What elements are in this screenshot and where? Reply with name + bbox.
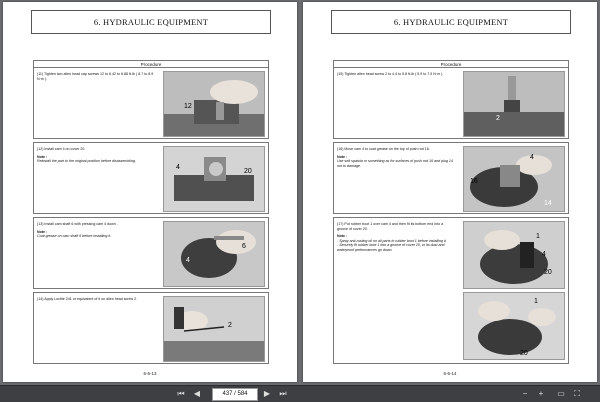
last-page-button[interactable]: ⏭ <box>278 389 288 399</box>
page-header: 6. HYDRAULIC EQUIPMENT <box>331 10 571 34</box>
first-page-button[interactable]: ⏮ <box>176 389 186 399</box>
callout-4: 4 <box>542 251 546 258</box>
note-text: Coat grease on cam shaft 6 before instal… <box>37 234 112 239</box>
previous-page-button[interactable]: ◀ <box>192 389 202 399</box>
callout-2: 2 <box>228 322 232 329</box>
step-11: (11) Tighten two allen head cap screws 1… <box>33 67 269 139</box>
step-17: (17) Put rubber boot 1 over cam 4 and th… <box>333 217 569 364</box>
callout-1: 1 <box>534 298 538 305</box>
step-14: (14) Apply Loctite 241 or equivalent of … <box>33 292 269 364</box>
callout-20: 20 <box>520 350 528 357</box>
callout-6: 6 <box>242 243 246 250</box>
step-16: (16) Move cam 4 to coat grease on the to… <box>333 142 569 214</box>
step-15: (15) Tighten allen head screw 2 to 4.4 t… <box>333 67 569 139</box>
step-text: (16) Move cam 4 to coat grease on the to… <box>337 147 430 151</box>
callout-4: 4 <box>530 154 534 161</box>
fit-page-icon[interactable]: ▭ <box>556 389 566 399</box>
zoom-out-icon[interactable]: − <box>520 389 530 399</box>
page-number: 6-6-13 <box>143 371 157 376</box>
step-text: (14) Apply Loctite 241 or equivalent of … <box>37 297 138 301</box>
callout-12: 12 <box>184 103 192 110</box>
page-number: 6-6-14 <box>443 371 457 376</box>
zoom-in-icon[interactable]: + <box>536 389 546 399</box>
photo-step-16: 4 16 14 <box>463 146 565 212</box>
callout-4: 4 <box>176 164 180 171</box>
page-right: 6. HYDRAULIC EQUIPMENT Procedure (15) Ti… <box>303 2 597 382</box>
next-page-button[interactable]: ▶ <box>262 389 272 399</box>
callout-20: 20 <box>244 168 252 175</box>
photo-step-17a: 1 4 20 <box>463 221 565 289</box>
page-header: 6. HYDRAULIC EQUIPMENT <box>31 10 271 34</box>
photo-step-15: 2 <box>463 71 565 137</box>
callout-2: 2 <box>496 115 500 122</box>
photo-step-11: 12 <box>163 71 265 137</box>
callout-14: 14 <box>544 200 552 207</box>
page-number-field[interactable]: 437 / 584 <box>212 388 258 401</box>
step-text: (15) Tighten allen head screw 2 to 4.4 t… <box>337 72 444 76</box>
photo-step-17b: 1 20 <box>463 292 565 360</box>
page-left: 6. HYDRAULIC EQUIPMENT Procedure (11) Ti… <box>3 2 297 382</box>
photo-step-13: 64 <box>163 221 265 287</box>
viewer-toolbar: ⏮ ◀ 437 / 584 ▶ ⏭ − + ▭ ⛶ <box>0 385 600 402</box>
photo-step-14: 2 <box>163 296 265 362</box>
callout-16: 16 <box>470 178 478 185</box>
callout-1: 1 <box>536 233 540 240</box>
step-text: (17) Put rubber boot 1 over cam 4 and th… <box>337 222 444 231</box>
note-text: Use soft spatula or something as for sur… <box>337 159 453 168</box>
note-text: Reinstall the part to the original posit… <box>37 159 136 164</box>
step-13: (13) Install cam shaft 6 with pressing c… <box>33 217 269 289</box>
callout-20: 20 <box>544 269 552 276</box>
step-text: (13) Install cam shaft 6 with pressing c… <box>37 222 118 226</box>
callout-4: 4 <box>186 257 190 264</box>
photo-step-12: 4 20 <box>163 146 265 212</box>
step-text: (11) Tighten two allen head cap screws 1… <box>37 72 154 81</box>
note-text: - Spray anti-rusting oil on all parts in… <box>337 238 447 252</box>
step-text: (12) Install cam 4 on cover 20. <box>37 147 86 151</box>
step-12: (12) Install cam 4 on cover 20. Note : R… <box>33 142 269 214</box>
fullscreen-icon[interactable]: ⛶ <box>572 389 582 399</box>
document-viewer: 6. HYDRAULIC EQUIPMENT Procedure (11) Ti… <box>0 0 600 385</box>
